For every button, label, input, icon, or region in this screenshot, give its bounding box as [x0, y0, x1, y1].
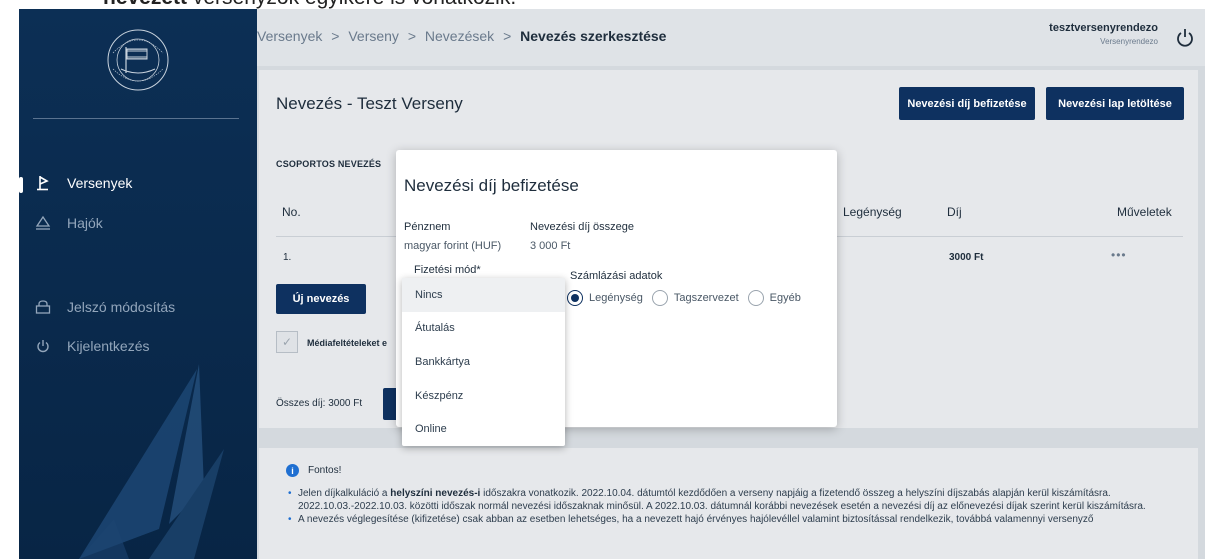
- billing-label: Számlázási adatok: [570, 270, 663, 282]
- breadcrumb-current: Nevezés szerkesztése: [520, 28, 667, 44]
- page-title: Nevezés - Teszt Verseny: [276, 94, 463, 113]
- logout-power-icon[interactable]: [1174, 27, 1196, 49]
- currency-value: magyar forint (HUF): [404, 240, 502, 252]
- breadcrumb-separator: >: [331, 28, 340, 44]
- column-header-no: No.: [282, 205, 301, 219]
- breadcrumb-versenyek[interactable]: Versenyek: [257, 28, 322, 44]
- sails-decoration: [79, 364, 224, 559]
- breadcrumb-separator: >: [503, 28, 512, 44]
- dropdown-option-atutalas[interactable]: Átutalás: [402, 312, 565, 346]
- currency-label: Pénznem: [404, 221, 451, 233]
- dropdown-option-keszpenz[interactable]: Készpénz: [402, 379, 565, 413]
- info-panel: i Fontos! Jelen díjkalkuláció a helyszín…: [259, 448, 1198, 559]
- section-title: CSOPORTOS NEVEZÉS: [276, 159, 382, 169]
- info-header: i Fontos!: [286, 464, 341, 477]
- payment-method-label: Fizetési mód*: [414, 264, 481, 276]
- dropdown-option-bankkartya[interactable]: Bankkártya: [402, 345, 565, 379]
- document-caption: nevezett versenyzők egyikére is vonatkoz…: [0, 0, 1205, 9]
- total-fee: Összes díj: 3000 Ft: [276, 398, 363, 409]
- sidebar: Versenyek Hajók Jelszó módosítás Kijelen…: [19, 9, 257, 559]
- column-header-fee: Díj: [947, 205, 962, 219]
- info-bullet: A nevezés véglegesítése (kifizetése) csa…: [286, 513, 1186, 526]
- billing-radio-legenyseg[interactable]: [567, 290, 583, 306]
- column-header-crew: Legénység: [843, 205, 902, 219]
- sailboat-flag-icon: [33, 173, 53, 193]
- sidebar-item-label: Hajók: [67, 215, 103, 231]
- user-role: Versenyrendezo: [1100, 37, 1158, 46]
- breadcrumb: Versenyek > Verseny > Nevezések > Nevezé…: [257, 28, 666, 44]
- info-bullet-bold: helyszíni nevezés-i: [390, 488, 481, 499]
- breadcrumb-separator: >: [407, 28, 417, 44]
- sidebar-item-hajok[interactable]: Hajók: [19, 208, 257, 238]
- billing-option-label: Legénység: [589, 292, 643, 304]
- caption-bold: nevezett: [103, 0, 187, 9]
- lock-icon: [33, 297, 53, 317]
- sidebar-item-label: Versenyek: [67, 175, 133, 191]
- pay-fee-button[interactable]: Nevezési díj befizetése: [899, 87, 1035, 120]
- amount-label: Nevezési díj összege: [530, 221, 634, 233]
- info-list: Jelen díjkalkuláció a helyszíni nevezés-…: [286, 487, 1186, 526]
- info-title: Fontos!: [308, 465, 342, 476]
- modal-title: Nevezési díj befizetése: [404, 176, 579, 195]
- top-bar: Versenyek > Verseny > Nevezések > Nevezé…: [257, 9, 1205, 66]
- billing-option-label: Egyéb: [769, 292, 801, 304]
- sidebar-item-kijelentkezes[interactable]: Kijelentkezés: [19, 331, 257, 361]
- info-bullet-text: Jelen díjkalkuláció a: [298, 488, 391, 499]
- breadcrumb-verseny[interactable]: Verseny: [348, 28, 399, 44]
- info-icon: i: [286, 464, 299, 477]
- dropdown-option-online[interactable]: Online: [402, 412, 565, 446]
- boat-icon: [33, 213, 53, 233]
- power-icon: [33, 336, 53, 356]
- sidebar-divider: [33, 118, 239, 119]
- sidebar-item-label: Kijelentkezés: [67, 338, 150, 354]
- dropdown-option-nincs[interactable]: Nincs: [402, 278, 565, 312]
- federation-seal-logo: [107, 29, 169, 91]
- info-bullet-text: A nevezés véglegesítése (kifizetése) csa…: [298, 514, 1094, 525]
- billing-radio-tagszervezet[interactable]: [651, 290, 668, 306]
- billing-radio-egyeb[interactable]: [747, 290, 764, 306]
- row-fee: 3000 Ft: [949, 252, 984, 263]
- breadcrumb-nevezesek[interactable]: Nevezések: [425, 28, 494, 44]
- user-name: tesztversenyrendezo: [1049, 22, 1158, 34]
- billing-radio-group: Legénység Tagszervezet Egyéb: [567, 290, 810, 306]
- column-header-actions: Műveletek: [1117, 205, 1172, 219]
- row-actions-menu[interactable]: •••: [1111, 248, 1127, 262]
- sidebar-item-jelszo[interactable]: Jelszó módosítás: [19, 292, 257, 322]
- row-number: 1.: [283, 252, 292, 263]
- user-info: tesztversenyrendezo Versenyrendezo: [1049, 22, 1158, 46]
- new-entry-button[interactable]: Új nevezés: [276, 284, 366, 314]
- media-terms-label: Médiafeltételeket e: [307, 338, 388, 348]
- billing-option-label: Tagszervezet: [673, 292, 739, 304]
- info-bullet: Jelen díjkalkuláció a helyszíni nevezés-…: [286, 487, 1186, 513]
- sidebar-item-label: Jelszó módosítás: [67, 299, 176, 315]
- payment-method-dropdown: Nincs Átutalás Bankkártya Készpénz Onlin…: [402, 278, 565, 446]
- amount-value: 3 000 Ft: [530, 240, 571, 252]
- caption-rest: versenyzők egyikére is vonatkozik.: [187, 0, 516, 9]
- sidebar-item-versenyek[interactable]: Versenyek: [19, 168, 257, 198]
- media-terms-checkbox[interactable]: ✓: [276, 331, 298, 353]
- download-entry-button[interactable]: Nevezési lap letöltése: [1046, 87, 1184, 120]
